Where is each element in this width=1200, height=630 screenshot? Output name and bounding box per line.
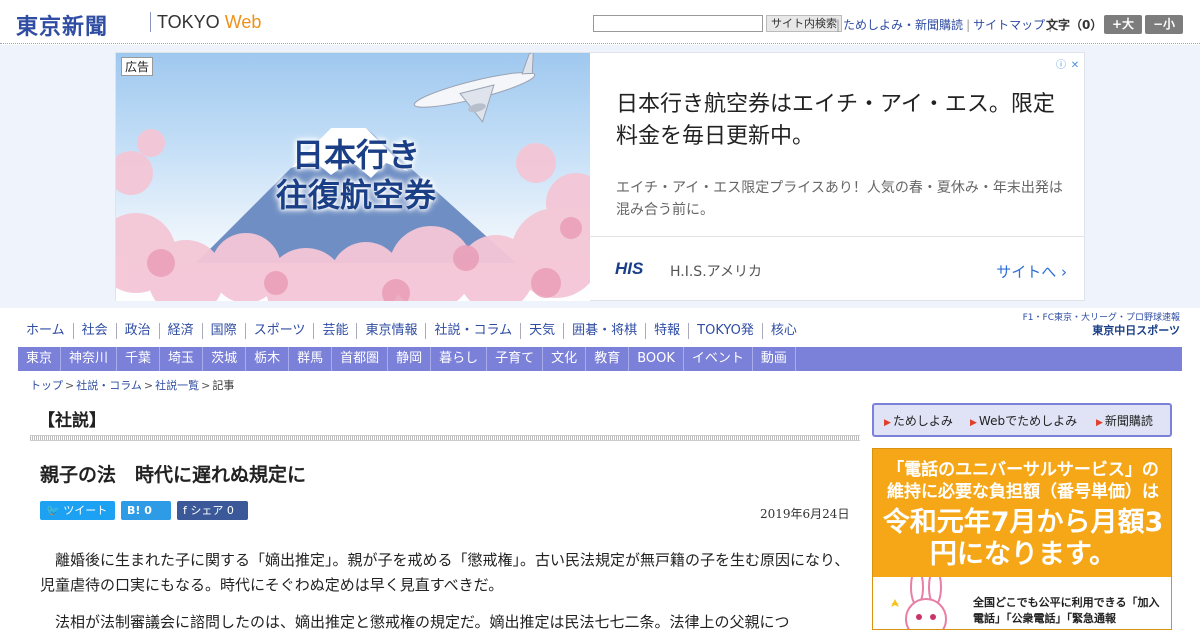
nav2-item-video[interactable]: 動画 [753,347,796,371]
nav2-item-kanagawa[interactable]: 神奈川 [61,347,118,371]
primary-nav: ホーム 社会 政治 経済 国際 スポーツ 芸能 東京情報 社説・コラム 天気 囲碁・将棋 特報 TOKY… [18,319,805,343]
nav-item-sports[interactable]: スポーツ [244,323,314,339]
nav-item-economy[interactable]: 経済 [158,323,202,339]
nav2-item-chiba[interactable]: 千葉 [117,347,161,371]
chunichi-sports-link[interactable]: F1・FC東京・大リーグ・プロ野球速報 東京中日スポーツ [1020,313,1180,338]
article-headline: 親子の法 時代に遅れぬ規定に [40,464,307,486]
nav-item-society[interactable]: 社会 [72,323,116,339]
nav-item-kakushin[interactable]: 核心 [761,323,805,339]
ad-cta-link[interactable]: サイトへ › [996,261,1067,282]
ad-close-icon[interactable]: ✕ [1068,59,1082,73]
nav2-item-book[interactable]: BOOK [629,347,684,371]
secondary-nav: 東京 神奈川 千葉 埼玉 茨城 栃木 群馬 首都圏 静岡 暮らし 子育て 文化 教育 BOOK イベント 動画 [18,347,1182,371]
nav-item-entertainment[interactable]: 芸能 [313,323,356,339]
search-input[interactable] [593,15,763,32]
nav-item-weather[interactable]: 天気 [520,323,563,339]
article-date: 2019年6月24日 [760,507,850,521]
article-paragraph: 離婚後に生まれた子に関する「嫡出推定」。親が子を戒める「懲戒権」。古い民法規定が… [40,551,850,594]
nav-item-international[interactable]: 国際 [201,323,245,339]
ad-image-headline: 日本行き 往復航空券 [266,135,446,215]
nav2-item-kyoiku[interactable]: 教育 [586,347,630,371]
banner-lower: 全国どこでも公平に利用できる「加入電話」「公衆電話」「緊急通報 [873,577,1171,629]
ad-advertiser[interactable]: H.I.S.アメリカ [670,261,762,281]
breadcrumb-top[interactable]: トップ [30,379,63,392]
nav-item-editorial[interactable]: 社説・コラム [425,323,520,339]
font-size-label: 文字（0） [1046,18,1103,32]
chunichi-logo: 東京中日スポーツ [1092,324,1180,337]
subscription-links: ▶ ためしよみ ▶ Webでためしよみ ▶ 新聞購読 [872,403,1172,437]
banner-top-text: 「電話のユニバーサルサービス」の維持に必要な負担額（番号単価）は [887,460,1159,502]
ad-info-icon[interactable]: ⓘ [1054,59,1068,73]
advertisement[interactable]: 広告 日本行き 往復航空券 ⓘ ✕ 日本行き航空券はエイチ・アイ・エス。限定料金を… [115,52,1085,301]
twitter-bird-icon: 🐦 [46,504,60,517]
nav-item-home[interactable]: ホーム [18,323,73,339]
nav-item-tokuho[interactable]: 特報 [645,323,688,339]
nav-item-tokyo-info[interactable]: 東京情報 [356,323,425,339]
web-trial-link[interactable]: ▶ Webでためしよみ [970,412,1077,429]
site-logo[interactable]: 東京新聞 [16,9,108,41]
facebook-share-button[interactable]: f シェア 0 [177,501,248,520]
ad-title[interactable]: 日本行き航空券はエイチ・アイ・エス。限定料金を毎日更新中。 [616,89,1056,153]
his-logo-icon: HIS [615,259,644,278]
breadcrumb: トップ > 社説・コラム > 社説一覧 > 記事 [30,379,235,392]
arrow-right-icon: ▶ [884,418,891,428]
nav2-item-saitama[interactable]: 埼玉 [160,347,204,371]
site-search-button[interactable]: サイト内検索 [766,15,842,32]
font-larger-button[interactable]: +大 [1104,15,1142,34]
chunichi-tagline: F1・FC東京・大リーグ・プロ野球速報 [1022,313,1180,323]
ad-image-headline-line1: 日本行き [291,136,420,174]
rabbit-mascot-icon [891,577,947,629]
banner-small-text: 全国どこでも公平に利用できる「加入電話」「公衆電話」「緊急通報 [973,596,1160,625]
nav2-item-kosodate[interactable]: 子育て [487,347,544,371]
ad-footer: HIS H.I.S.アメリカ サイトへ › [590,236,1085,301]
arrow-right-icon: ▶ [970,418,977,428]
breadcrumb-current: 記事 [212,379,235,392]
ad-band: 広告 日本行き 往復航空券 ⓘ ✕ 日本行き航空券はエイチ・アイ・エス。限定料金を… [0,45,1200,308]
ad-image[interactable]: 広告 日本行き 往復航空券 [116,53,590,301]
arrow-right-icon: ▶ [1096,418,1103,428]
ad-choices[interactable]: ⓘ ✕ [1054,53,1084,71]
universal-service-banner[interactable]: 「電話のユニバーサルサービス」の維持に必要な負担額（番号単価）は 令和元年7月か… [872,448,1172,630]
nav2-item-bunka[interactable]: 文化 [543,347,587,371]
sitemap-link[interactable]: サイトマップ [970,18,1048,32]
tokyo-web-logo[interactable]: TOKYO Web [157,12,261,33]
chevron-right-icon: › [1061,263,1067,281]
header-links: | ためしよみ・新聞購読 | サイトマップ | [836,18,1053,32]
nav-item-politics[interactable]: 政治 [115,323,159,339]
nav2-item-gunma[interactable]: 群馬 [289,347,333,371]
nav2-item-kurashi[interactable]: 暮らし [431,347,488,371]
nav-item-tokyo-hatsu[interactable]: TOKYO発 [688,323,762,339]
subscribe-newspaper-link[interactable]: ▶ 新聞購読 [1096,412,1153,429]
ad-image-headline-line2: 往復航空券 [275,176,436,214]
subscribe-link[interactable]: ためしよみ・新聞購読 [840,18,966,32]
breadcrumb-editorial-list[interactable]: 社説一覧 [155,379,199,392]
nav2-item-shutoken[interactable]: 首都圏 [332,347,389,371]
nav2-item-ibaraki[interactable]: 茨城 [203,347,247,371]
article-paragraph: 法相が法制審議会に諮問したのは、嫡出推定と懲戒権の規定だ。嫡出推定は民法七七二条… [55,613,790,630]
hatena-bookmark-button[interactable]: B! 0 [121,501,171,520]
nav2-item-tokyo[interactable]: 東京 [18,347,62,371]
logo-web-text: Web [224,12,262,32]
breadcrumb-editorial[interactable]: 社説・コラム [76,379,142,392]
font-smaller-button[interactable]: −小 [1145,15,1183,34]
logo-tokyo-text: TOKYO [157,12,220,32]
section-title: 【社説】 [38,411,106,431]
nav2-item-tochigi[interactable]: 栃木 [246,347,290,371]
site-header: 東京新聞 TOKYO Web サイト内検索 | ためしよみ・新聞購読 | サイトマップ… [0,0,1200,44]
nav2-item-shizuoka[interactable]: 静岡 [388,347,432,371]
banner-headline: 令和元年7月から月額3円になります。 [882,507,1164,570]
nav2-item-event[interactable]: イベント [684,347,753,371]
tweet-button[interactable]: 🐦 ツイート [40,501,115,520]
section-divider [30,435,860,441]
ad-description[interactable]: エイチ・アイ・エス限定プライスあり！人気の春・夏休み・年末出発は混み合う前に。 [616,177,1066,221]
logo-divider [150,12,151,32]
trial-link[interactable]: ▶ ためしよみ [884,412,953,429]
facebook-icon: f [183,504,187,517]
ad-label: 広告 [121,57,154,76]
nav-item-go-shogi[interactable]: 囲碁・将棋 [563,323,645,339]
